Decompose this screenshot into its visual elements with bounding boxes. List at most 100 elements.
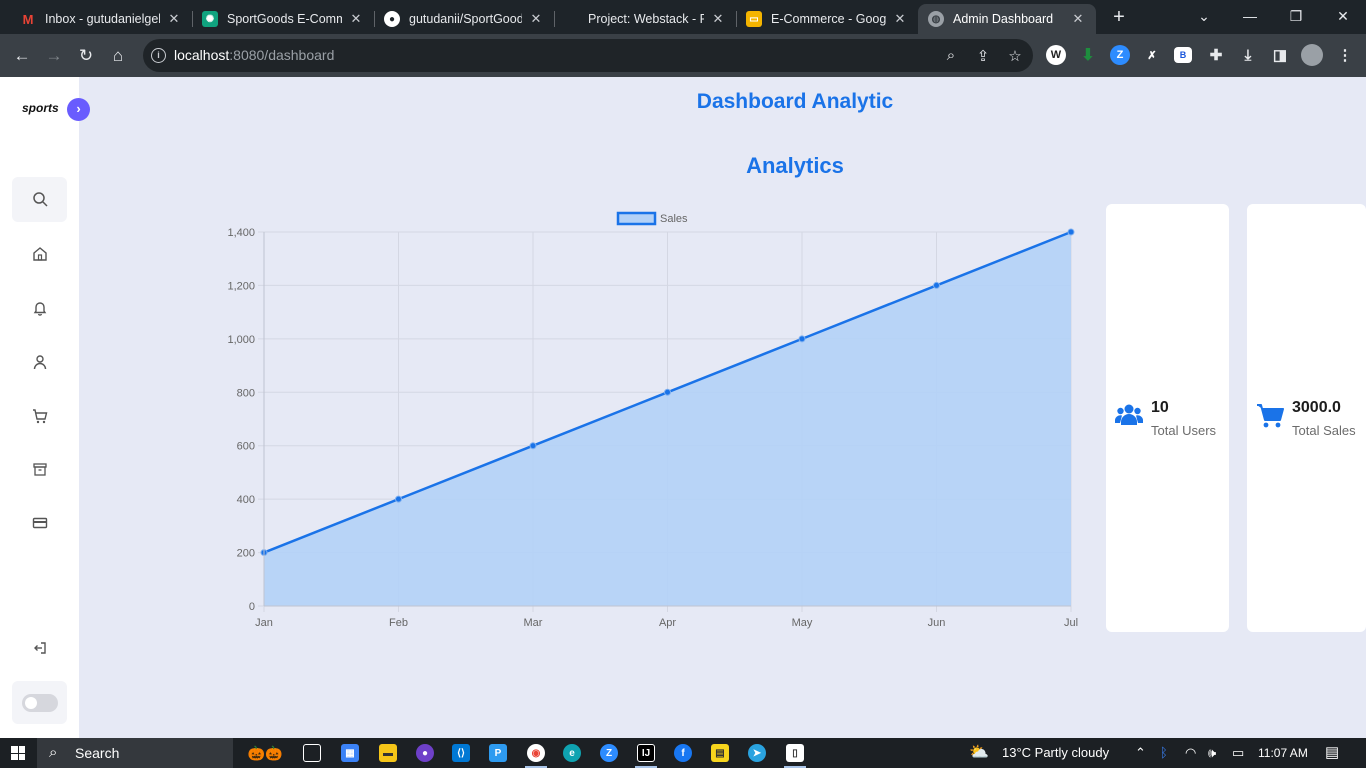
battery-icon[interactable]: ▭ bbox=[1232, 745, 1244, 761]
tab-search-icon[interactable]: ⌄ bbox=[1181, 4, 1227, 28]
search-icon: ⌕ bbox=[49, 744, 58, 761]
extension-b-icon[interactable]: B bbox=[1174, 47, 1192, 63]
taskbar-search[interactable]: ⌕ Search bbox=[37, 738, 233, 768]
clock-time[interactable]: 11:07 AM bbox=[1258, 746, 1308, 760]
volume-icon[interactable]: 🕪 bbox=[1208, 745, 1216, 761]
x-tick-label: Jun bbox=[928, 617, 946, 629]
chatgpt-icon: ✺ bbox=[202, 11, 218, 27]
zoom-app-icon[interactable]: Z bbox=[600, 744, 618, 762]
vscode-icon[interactable]: ⟨⟩ bbox=[452, 744, 470, 762]
data-point bbox=[664, 388, 671, 396]
close-tab-icon[interactable]: ✕ bbox=[528, 11, 544, 27]
users-icon bbox=[1115, 403, 1143, 432]
url-text: localhost:8080/dashboard bbox=[174, 47, 335, 63]
extension-x-icon[interactable]: ✗ bbox=[1142, 45, 1162, 65]
github-desktop-icon[interactable]: ● bbox=[416, 744, 434, 762]
close-tab-icon[interactable]: ✕ bbox=[710, 11, 726, 27]
wifi-icon[interactable]: ◠ bbox=[1185, 745, 1196, 761]
brand-logo[interactable]: sports bbox=[22, 101, 59, 115]
browser-toolbar: ← → ↻ ⌂ i localhost:8080/dashboard ⌕ ⇪ ☆… bbox=[0, 34, 1366, 77]
weather-cloud-icon[interactable]: ⛅ bbox=[969, 742, 989, 762]
section-title: Analytics bbox=[746, 153, 844, 178]
edge-icon[interactable]: e bbox=[563, 744, 581, 762]
archive-icon[interactable] bbox=[27, 456, 53, 482]
download-arrow-extension-icon[interactable]: ⬇ bbox=[1078, 45, 1098, 65]
sticky-notes-icon[interactable]: ▤ bbox=[711, 744, 729, 762]
bluetooth-icon[interactable]: ᛒ bbox=[1160, 745, 1168, 760]
halloween-widget-icon[interactable]: 🎃🎃 bbox=[240, 744, 290, 762]
credit-card-icon[interactable] bbox=[27, 510, 53, 536]
intellij-icon[interactable]: IJ bbox=[637, 744, 655, 762]
browser-tab[interactable]: M Inbox - gutudanielgele ✕ bbox=[10, 4, 193, 34]
github-icon: ● bbox=[384, 11, 400, 27]
y-tick-label: 600 bbox=[237, 441, 255, 453]
new-tab-button[interactable]: + bbox=[1108, 6, 1130, 29]
side-panel-icon[interactable]: ◨ bbox=[1270, 45, 1290, 65]
home-button[interactable]: ⌂ bbox=[105, 43, 131, 69]
logout-icon[interactable] bbox=[27, 635, 53, 661]
dark-mode-switch[interactable] bbox=[22, 694, 58, 712]
x-tick-label: Jul bbox=[1064, 617, 1078, 629]
total-users-label: Total Users bbox=[1151, 423, 1217, 438]
zoom-extension-icon[interactable]: Z bbox=[1110, 45, 1130, 65]
y-tick-label: 400 bbox=[237, 494, 255, 506]
total-sales-label: Total Sales bbox=[1292, 423, 1356, 438]
share-icon[interactable]: ⇪ bbox=[972, 47, 994, 65]
browser-tab[interactable]: ▭ E-Commerce - Google ✕ bbox=[736, 4, 918, 34]
y-tick-label: 200 bbox=[237, 548, 255, 560]
legend-swatch bbox=[616, 211, 657, 226]
x-tick-label: Feb bbox=[389, 617, 408, 629]
bookmark-star-icon[interactable]: ☆ bbox=[1004, 47, 1026, 65]
notepad-icon[interactable]: ▯ bbox=[786, 744, 804, 762]
browser-tab[interactable]: ● gutudanii/SportGoods ✕ bbox=[374, 4, 555, 34]
app-p-icon[interactable]: P bbox=[489, 744, 507, 762]
browser-tab[interactable]: ✺ SportGoods E-Comme ✕ bbox=[192, 4, 375, 34]
downloads-icon[interactable]: ⤓ bbox=[1238, 45, 1258, 65]
search-icon[interactable] bbox=[27, 186, 53, 212]
home-icon[interactable] bbox=[27, 241, 53, 267]
zoom-icon[interactable]: ⌕ bbox=[940, 47, 962, 64]
extension-w-icon[interactable]: W bbox=[1046, 45, 1066, 65]
total-users-card: 10 Total Users bbox=[1106, 204, 1229, 632]
browser-tab[interactable]: Project: Webstack - Po ✕ bbox=[554, 4, 737, 34]
address-bar[interactable]: i localhost:8080/dashboard ⌕ ⇪ ☆ bbox=[143, 39, 1033, 72]
restore-button[interactable]: ❐ bbox=[1273, 4, 1319, 28]
data-point bbox=[933, 281, 940, 289]
browser-tab-active[interactable]: ◍ Admin Dashboard ✕ bbox=[918, 4, 1096, 34]
extensions-puzzle-icon[interactable]: ✚ bbox=[1206, 45, 1226, 65]
menu-kebab-icon[interactable]: ⋮ bbox=[1335, 45, 1355, 65]
x-tick-label: Jan bbox=[255, 617, 273, 629]
chrome-icon[interactable]: ◉ bbox=[527, 744, 545, 762]
windows-start-icon[interactable] bbox=[11, 746, 25, 760]
task-view-icon[interactable] bbox=[303, 744, 321, 762]
file-explorer-icon[interactable]: ▬ bbox=[379, 744, 397, 762]
dark-mode-toggle[interactable] bbox=[12, 681, 67, 724]
forward-button[interactable]: → bbox=[41, 43, 67, 69]
close-window-button[interactable]: ✕ bbox=[1320, 4, 1366, 28]
profile-avatar[interactable] bbox=[1301, 44, 1323, 66]
y-tick-label: 1,000 bbox=[227, 334, 255, 346]
site-info-icon[interactable]: i bbox=[151, 48, 166, 63]
close-tab-icon[interactable]: ✕ bbox=[1070, 11, 1086, 27]
back-button[interactable]: ← bbox=[9, 43, 35, 69]
store-icon[interactable]: ▦ bbox=[341, 744, 359, 762]
sidebar-toggle-button[interactable]: › bbox=[67, 98, 90, 121]
cart-icon[interactable] bbox=[27, 403, 53, 429]
bell-icon[interactable] bbox=[27, 295, 53, 321]
google-slides-icon: ▭ bbox=[746, 11, 762, 27]
minimize-button[interactable]: — bbox=[1227, 4, 1273, 28]
globe-icon: ◍ bbox=[928, 11, 944, 27]
close-tab-icon[interactable]: ✕ bbox=[892, 11, 908, 27]
data-point bbox=[395, 495, 402, 503]
tray-chevron-icon[interactable]: ⌃ bbox=[1135, 745, 1146, 761]
telegram-icon[interactable]: ➤ bbox=[748, 744, 766, 762]
close-tab-icon[interactable]: ✕ bbox=[348, 11, 364, 27]
close-tab-icon[interactable]: ✕ bbox=[166, 11, 182, 27]
facebook-icon[interactable]: f bbox=[674, 744, 692, 762]
reload-button[interactable]: ↻ bbox=[73, 43, 99, 69]
weather-text[interactable]: 13°C Partly cloudy bbox=[1002, 745, 1109, 760]
notifications-icon[interactable]: ▤ bbox=[1325, 743, 1339, 761]
user-icon[interactable] bbox=[27, 349, 53, 375]
y-tick-label: 1,200 bbox=[227, 280, 255, 292]
y-tick-label: 1,400 bbox=[227, 227, 255, 239]
